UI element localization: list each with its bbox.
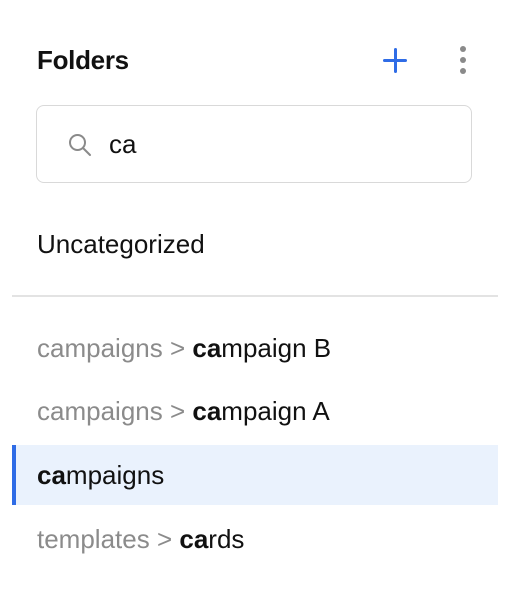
uncategorized-folder[interactable]: Uncategorized (37, 228, 205, 260)
folder-result-item-selected[interactable]: campaigns (12, 445, 498, 505)
more-dot-icon (460, 68, 466, 74)
folder-result-item[interactable]: campaigns > campaign B (12, 318, 498, 378)
result-match: ca (192, 333, 222, 363)
result-rest: mpaign A (221, 396, 330, 426)
result-path: campaigns > (37, 333, 193, 363)
more-dot-icon (460, 46, 466, 52)
result-path: templates > (37, 524, 180, 554)
search-icon (69, 134, 91, 156)
folders-panel: Folders Uncategorized campaigns > campai… (0, 0, 508, 608)
result-path: campaigns > (37, 396, 193, 426)
result-match: ca (179, 524, 209, 554)
folders-header: Folders (37, 40, 477, 80)
search-input[interactable] (109, 124, 449, 164)
folder-search-box (36, 105, 472, 183)
result-rest: mpaigns (65, 460, 165, 490)
more-options-button[interactable] (453, 44, 473, 76)
selection-indicator (12, 445, 16, 505)
result-rest: mpaign B (221, 333, 332, 363)
more-dot-icon (460, 57, 466, 63)
result-match: ca (192, 396, 222, 426)
result-match: ca (37, 460, 66, 490)
folder-result-item[interactable]: templates > cards (12, 509, 498, 569)
add-folder-button[interactable] (380, 46, 410, 76)
divider (12, 295, 498, 297)
result-rest: rds (208, 524, 245, 554)
folder-result-item[interactable]: campaigns > campaign A (12, 381, 498, 441)
panel-title: Folders (37, 45, 129, 75)
